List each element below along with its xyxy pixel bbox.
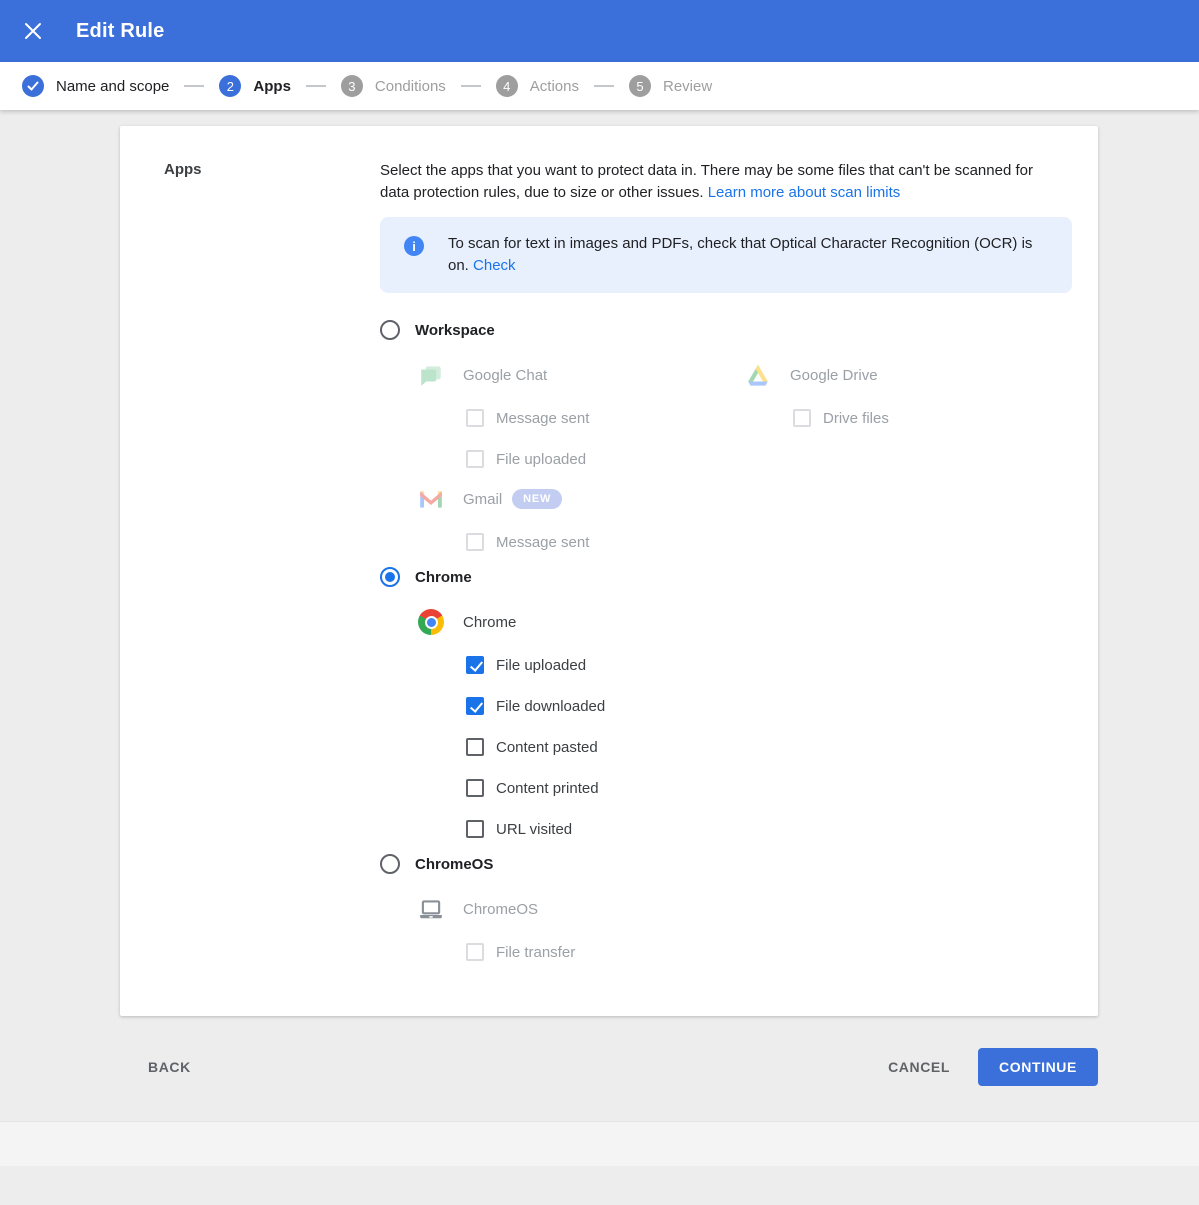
checkbox[interactable]	[466, 820, 484, 838]
checkbox-label: Message sent	[496, 409, 590, 427]
checkbox-label: URL visited	[496, 820, 573, 838]
stepper-step-apps[interactable]: 2 Apps	[219, 75, 291, 97]
checkbox-file-transfer: File transfer	[466, 943, 1072, 961]
checkbox-label: File downloaded	[496, 697, 606, 715]
scan-limits-link[interactable]: Learn more about scan limits	[708, 184, 901, 201]
checkbox-content-printed[interactable]: Content printed	[466, 779, 1072, 797]
app-name: Google Chat	[463, 366, 548, 384]
step-number: 5	[629, 75, 651, 97]
checkbox-chat-file-uploaded: File uploaded	[466, 450, 745, 468]
chrome-app-block: Chrome File uploaded File downloaded Con…	[418, 607, 1072, 838]
page-body: Apps Select the apps that you want to pr…	[0, 110, 1199, 1166]
checkbox-label: Drive files	[823, 409, 889, 427]
step-number: 3	[340, 75, 363, 97]
gmail-block: Gmail NEW Message sent	[418, 484, 745, 551]
laptop-icon	[418, 896, 444, 922]
stepper: Name and scope 2 Apps 3 Conditions 4 Act…	[0, 62, 1199, 110]
back-button[interactable]: BACK	[148, 1059, 191, 1075]
intro-text-body: Select the apps that you want to protect…	[380, 162, 1033, 201]
checkbox-label: Content pasted	[496, 738, 598, 756]
stepper-step-conditions: 3 Conditions	[340, 75, 446, 97]
radio-label: Chrome	[415, 568, 472, 586]
step-label: Conditions	[374, 77, 446, 95]
workspace-group: Workspace Google Chat Message sent File …	[380, 320, 1072, 551]
google-chat-block: Google Chat Message sent File uploaded	[418, 360, 745, 468]
stepper-step-name-and-scope[interactable]: Name and scope	[22, 75, 169, 97]
chromeos-group: ChromeOS ChromeOS File transfer	[380, 854, 1072, 961]
radio-label: ChromeOS	[415, 855, 494, 873]
checkbox-label: File uploaded	[496, 656, 587, 674]
checkbox	[466, 409, 484, 427]
stepper-connector	[594, 85, 614, 87]
checkbox-chat-message-sent: Message sent	[466, 409, 745, 427]
checkbox-file-uploaded[interactable]: File uploaded	[466, 656, 1072, 674]
app-name: Gmail	[463, 490, 503, 508]
app-name: Google Drive	[790, 366, 878, 384]
step-label: Review	[663, 77, 713, 95]
step-complete-check-icon	[22, 75, 44, 97]
ocr-check-link[interactable]: Check	[473, 257, 516, 274]
apps-card: Apps Select the apps that you want to pr…	[120, 126, 1098, 1016]
checkbox[interactable]	[466, 779, 484, 797]
new-badge: NEW	[512, 489, 563, 509]
radio-label: Workspace	[415, 321, 495, 339]
checkbox-label: File transfer	[496, 943, 576, 961]
intro-text: Select the apps that you want to protect…	[380, 160, 1054, 204]
chrome-group: Chrome Chrome File uploaded File downloa…	[380, 567, 1072, 838]
radio-button[interactable]	[380, 567, 400, 587]
section-label: Apps	[164, 161, 202, 178]
step-label: Name and scope	[56, 77, 170, 95]
radio-workspace[interactable]: Workspace	[380, 320, 1072, 340]
checkbox-url-visited[interactable]: URL visited	[466, 820, 1072, 838]
checkbox-label: Message sent	[496, 533, 590, 551]
checkbox	[466, 533, 484, 551]
stepper-step-actions: 4 Actions	[495, 75, 579, 97]
radio-chromeos[interactable]: ChromeOS	[380, 854, 1072, 874]
checkbox-drive-files: Drive files	[793, 409, 889, 427]
continue-button[interactable]: CONTINUE	[978, 1048, 1098, 1086]
stepper-connector	[460, 85, 481, 87]
radio-button[interactable]	[380, 320, 400, 340]
appbar: Edit Rule	[0, 0, 1199, 62]
checkbox	[466, 450, 484, 468]
stepper-step-review: 5 Review	[629, 75, 712, 97]
app-name: Chrome	[463, 613, 517, 631]
checkbox	[466, 943, 484, 961]
google-drive-block: Google Drive Drive files	[745, 360, 889, 427]
info-icon: i	[404, 236, 424, 256]
stepper-connector	[305, 85, 326, 87]
footer-actions: BACK CANCEL CONTINUE	[120, 1048, 1098, 1086]
dialog-title: Edit Rule	[76, 19, 165, 42]
step-label: Actions	[529, 77, 579, 95]
checkbox-label: Content printed	[496, 779, 599, 797]
gmail-icon	[418, 486, 444, 512]
step-label: Apps	[253, 77, 291, 95]
cancel-button[interactable]: CANCEL	[888, 1059, 950, 1075]
stepper-connector	[184, 85, 205, 87]
checkbox[interactable]	[466, 697, 484, 715]
step-number: 4	[495, 75, 518, 97]
chromeos-app-block: ChromeOS File transfer	[418, 894, 1072, 961]
checkbox-label: File uploaded	[496, 450, 587, 468]
ocr-info-banner: i To scan for text in images and PDFs, c…	[380, 217, 1072, 293]
close-icon[interactable]	[22, 20, 44, 42]
chrome-icon	[418, 609, 444, 635]
checkbox[interactable]	[466, 656, 484, 674]
radio-button[interactable]	[380, 854, 400, 874]
ocr-text-body: To scan for text in images and PDFs, che…	[448, 235, 1033, 274]
bottom-strip	[0, 1121, 1199, 1166]
checkbox-file-downloaded[interactable]: File downloaded	[466, 697, 1072, 715]
step-number: 2	[219, 75, 242, 97]
radio-chrome[interactable]: Chrome	[380, 567, 1072, 587]
google-chat-icon	[418, 362, 444, 388]
google-drive-icon	[745, 362, 771, 388]
checkbox-content-pasted[interactable]: Content pasted	[466, 738, 1072, 756]
ocr-banner-text: To scan for text in images and PDFs, che…	[448, 233, 1048, 277]
checkbox-gmail-message-sent: Message sent	[466, 533, 745, 551]
checkbox[interactable]	[466, 738, 484, 756]
checkbox	[793, 409, 811, 427]
app-name: ChromeOS	[463, 900, 539, 918]
